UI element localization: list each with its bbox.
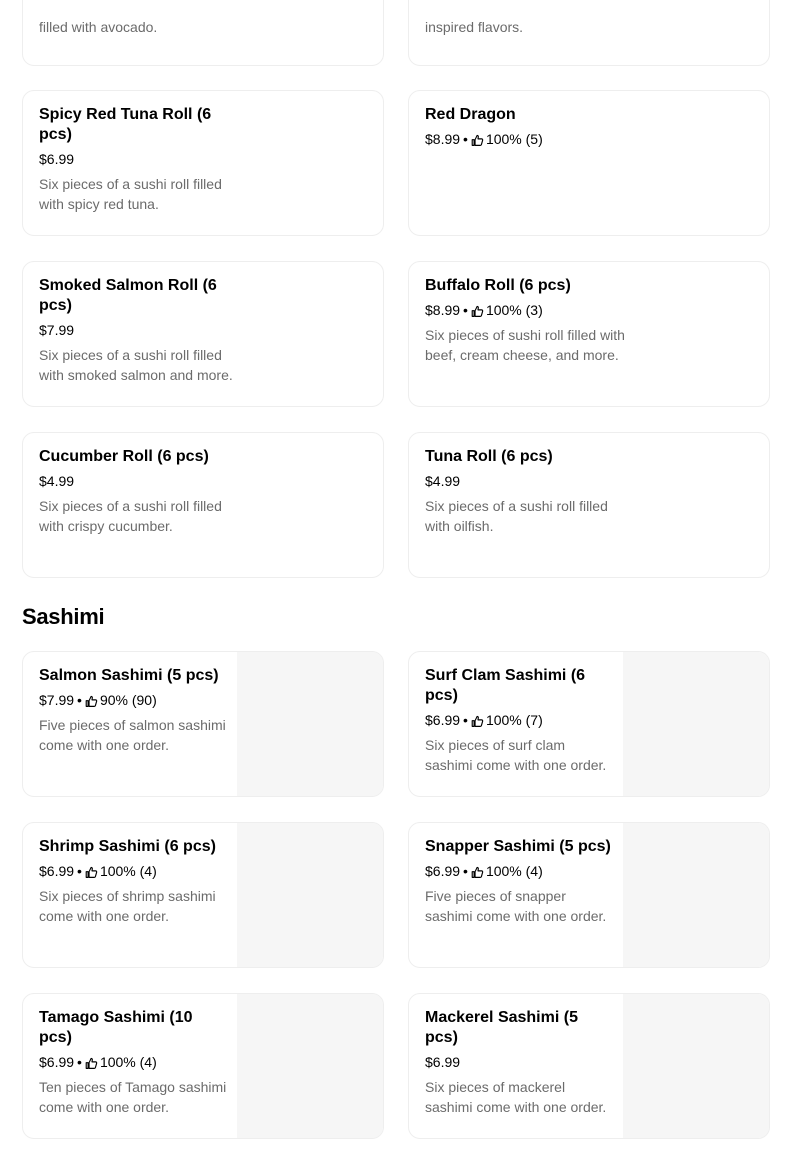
thumbs-up-icon [85, 865, 98, 878]
item-description: Six pieces of surf clam sashimi come wit… [425, 737, 607, 773]
menu-item-card[interactable]: Surf Clam Sashimi (6 pcs) $6.99 • 100% (7) S… [408, 651, 770, 797]
item-description: Five pieces of snapper sashimi come with… [425, 888, 607, 924]
section-heading-sashimi: Sashimi [22, 604, 105, 629]
item-meta: $4.99 [39, 472, 239, 490]
item-description: Six pieces of shrimp sashimi come with o… [39, 888, 216, 924]
menu-item-card[interactable]: Spicy Red Tuna Roll (6 pcs) $6.99 Six piec… [22, 90, 384, 236]
thumbs-up-icon [85, 1056, 98, 1069]
item-meta: $6.99 • 100% (4) [39, 1053, 229, 1071]
menu-item-card[interactable]: inspired flavors. [408, 0, 770, 66]
item-image-placeholder [623, 823, 769, 967]
thumbs-up-icon [471, 865, 484, 878]
item-price: $4.99 [425, 473, 461, 489]
meta-separator: • [77, 692, 82, 708]
item-description: Ten pieces of Tamago sashimi come with o… [39, 1079, 227, 1115]
item-title: Shrimp Sashimi (6 pcs) [39, 838, 216, 855]
meta-separator: • [463, 302, 468, 318]
item-price: $6.99 [39, 1054, 75, 1070]
menu-item-card[interactable]: filled with avocado. [22, 0, 384, 66]
item-image-placeholder [623, 994, 769, 1138]
item-price: $6.99 [39, 151, 75, 167]
item-image-placeholder [237, 994, 383, 1138]
item-image-placeholder [623, 652, 769, 796]
meta-separator: • [463, 863, 468, 879]
item-rating: 100% (3) [485, 302, 543, 318]
item-rating: 100% (4) [99, 1054, 157, 1070]
thumbs-up-icon [471, 304, 484, 317]
item-title: Spicy Red Tuna Roll (6 pcs) [39, 106, 212, 143]
item-price: $7.99 [39, 692, 75, 708]
item-price: $6.99 [39, 863, 75, 879]
item-title: Tamago Sashimi (10 pcs) [39, 1009, 193, 1046]
item-title: Tuna Roll (6 pcs) [425, 448, 553, 465]
menu-item-card[interactable]: Snapper Sashimi (5 pcs) $6.99 • 100% (4) Fiv… [408, 822, 770, 968]
thumbs-up-icon [471, 714, 484, 727]
item-rating: 100% (5) [485, 131, 543, 147]
item-price: $7.99 [39, 322, 75, 338]
menu-item-card[interactable]: Shrimp Sashimi (6 pcs) $6.99 • 100% (4) Six … [22, 822, 384, 968]
item-meta: $6.99 • 100% (7) [425, 711, 615, 729]
item-description: Six pieces of a sushi roll filled with s… [39, 176, 222, 212]
menu-item-card[interactable]: Cucumber Roll (6 pcs) $4.99 Six pieces of … [22, 432, 384, 578]
item-meta: $6.99 • 100% (4) [39, 862, 229, 880]
item-meta: $7.99 [39, 321, 239, 339]
item-meta: $6.99 • 100% (4) [425, 862, 615, 880]
meta-separator: • [77, 863, 82, 879]
item-description: Six pieces of a sushi roll filled with c… [39, 498, 222, 534]
item-description: inspired flavors. [425, 19, 524, 35]
item-price: $8.99 [425, 131, 461, 147]
item-image-placeholder [237, 823, 383, 967]
item-description: Five pieces of salmon sashimi come with … [39, 717, 226, 753]
item-description: Six pieces of sushi roll filled with bee… [425, 327, 625, 363]
item-meta: $4.99 [425, 472, 625, 490]
item-description: Six pieces of mackerel sashimi come with… [425, 1079, 607, 1115]
item-price: $8.99 [425, 302, 461, 318]
item-rating: 100% (4) [99, 863, 157, 879]
item-description: Six pieces of a sushi roll filled with s… [39, 347, 233, 383]
item-title: Red Dragon [425, 106, 516, 123]
item-title: Snapper Sashimi (5 pcs) [425, 838, 611, 855]
meta-separator: • [463, 712, 468, 728]
item-rating: 100% (7) [485, 712, 543, 728]
menu-item-card[interactable]: Red Dragon $8.99 • 100% (5) [408, 90, 770, 236]
item-meta: $8.99 • 100% (5) [425, 130, 625, 148]
item-meta: $6.99 [425, 1053, 615, 1071]
item-description: filled with avocado. [39, 19, 158, 35]
meta-separator: • [463, 131, 468, 147]
thumbs-up-icon [85, 694, 98, 707]
item-rating: 100% (4) [485, 863, 543, 879]
item-title: Smoked Salmon Roll (6 pcs) [39, 277, 217, 314]
menu-item-card[interactable]: Buffalo Roll (6 pcs) $8.99 • 100% (3) Six pi… [408, 261, 770, 407]
menu-item-card[interactable]: Smoked Salmon Roll (6 pcs) $7.99 Six piece… [22, 261, 384, 407]
item-title: Salmon Sashimi (5 pcs) [39, 667, 219, 684]
item-title: Buffalo Roll (6 pcs) [425, 277, 571, 294]
item-meta: $7.99 • 90% (90) [39, 691, 229, 709]
item-meta: $6.99 [39, 150, 239, 168]
menu-item-card[interactable]: Mackerel Sashimi (5 pcs) $6.99 Six pieces … [408, 993, 770, 1139]
item-title: Cucumber Roll (6 pcs) [39, 448, 209, 465]
item-price: $4.99 [39, 473, 75, 489]
meta-separator: • [77, 1054, 82, 1070]
menu-item-card[interactable]: Salmon Sashimi (5 pcs) $7.99 • 90% (90) Five… [22, 651, 384, 797]
item-image-placeholder [237, 652, 383, 796]
menu-item-card[interactable]: Tamago Sashimi (10 pcs) $6.99 • 100% (4) Ten… [22, 993, 384, 1139]
item-price: $6.99 [425, 863, 461, 879]
item-price: $6.99 [425, 712, 461, 728]
thumbs-up-icon [471, 133, 484, 146]
item-price: $6.99 [425, 1054, 461, 1070]
item-title: Surf Clam Sashimi (6 pcs) [425, 667, 586, 704]
item-description: Six pieces of a sushi roll filled with o… [425, 498, 608, 534]
item-rating: 90% (90) [99, 692, 157, 708]
item-title: Mackerel Sashimi (5 pcs) [425, 1009, 578, 1046]
menu-item-card[interactable]: Tuna Roll (6 pcs) $4.99 Six pieces of a su… [408, 432, 770, 578]
item-meta: $8.99 • 100% (3) [425, 301, 625, 319]
